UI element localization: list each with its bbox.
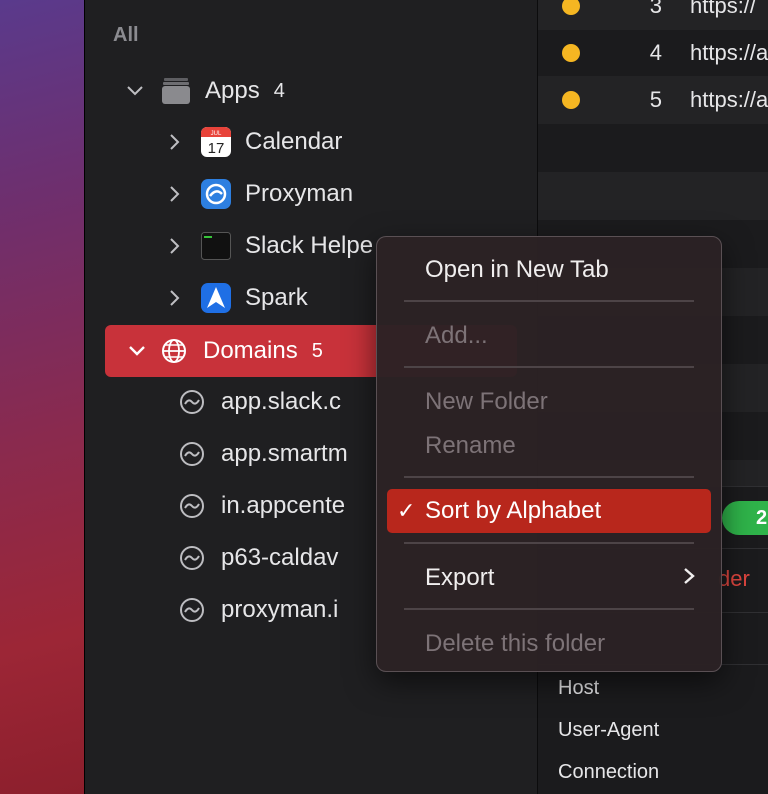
sidebar-item-proxyman[interactable]: Proxyman — [105, 169, 517, 219]
sidebar-item-calendar[interactable]: JUL 17 Calendar — [105, 117, 517, 167]
status-dot-icon — [562, 0, 580, 15]
count-badge: 4 — [273, 79, 285, 102]
status-dot-icon — [562, 44, 580, 62]
sidebar-item-label: Calendar — [245, 128, 343, 155]
spark-icon — [201, 283, 231, 313]
row-url: https://a — [690, 40, 768, 65]
desktop-wallpaper — [0, 0, 84, 794]
menu-item-sort-by-alphabet[interactable]: ✓ Sort by Alphabet — [387, 489, 711, 533]
terminal-icon — [201, 231, 231, 261]
menu-separator — [404, 608, 694, 610]
chevron-right-icon[interactable] — [163, 286, 187, 310]
menu-separator — [404, 300, 694, 302]
sidebar-item-label: Proxyman — [245, 180, 354, 207]
sidebar-item-label: app.slack.c — [221, 388, 342, 415]
header-key-connection: Connection — [558, 761, 660, 783]
domain-icon — [179, 441, 205, 467]
menu-item-open-new-tab[interactable]: Open in New Tab — [387, 248, 711, 292]
context-menu: Open in New Tab Add... New Folder Rename… — [376, 236, 722, 672]
checkmark-icon: ✓ — [397, 498, 416, 523]
menu-separator — [404, 476, 694, 478]
calendar-day: 17 — [208, 140, 225, 157]
menu-item-export[interactable]: Export — [387, 556, 711, 600]
row-number: 5 — [649, 87, 662, 112]
proxyman-icon — [201, 179, 231, 209]
menu-item-rename[interactable]: Rename — [387, 424, 711, 468]
chevron-down-icon[interactable] — [123, 79, 147, 103]
row-number: 3 — [649, 0, 662, 18]
menu-separator — [404, 366, 694, 368]
status-dot-icon — [562, 91, 580, 109]
table-row[interactable]: 3 https:// — [538, 0, 768, 30]
chevron-right-icon[interactable] — [163, 234, 187, 258]
status-badge: 2 — [722, 501, 768, 535]
sidebar-item-apps[interactable]: Apps 4 — [105, 66, 517, 116]
calendar-icon: JUL 17 — [201, 127, 231, 157]
sidebar-item-label: Spark — [245, 284, 308, 311]
domain-icon — [179, 493, 205, 519]
sidebar-item-label: proxyman.i — [221, 596, 339, 623]
red-label: der — [718, 566, 750, 591]
row-url: https://a — [690, 87, 768, 112]
domain-icon — [179, 597, 205, 623]
chevron-right-icon[interactable] — [163, 182, 187, 206]
calendar-month: JUL — [211, 131, 222, 137]
menu-item-new-folder[interactable]: New Folder — [387, 380, 711, 424]
chevron-down-icon[interactable] — [125, 339, 149, 363]
row-url: https:// — [690, 0, 757, 18]
chevron-right-icon — [683, 564, 695, 592]
header-key-host: Host — [558, 677, 600, 699]
sidebar-item-label: in.appcente — [221, 492, 346, 519]
section-label-all: All — [113, 24, 139, 46]
folder-icon — [161, 76, 191, 106]
menu-item-add[interactable]: Add... — [387, 314, 711, 358]
count-badge: 5 — [311, 339, 323, 362]
sidebar-item-label: p63-caldav — [221, 544, 339, 571]
table-row[interactable]: 4 https://a — [538, 29, 768, 77]
table-row[interactable]: 5 https://a — [538, 76, 768, 124]
sidebar-item-label: Domains — [203, 337, 298, 364]
chevron-right-icon[interactable] — [163, 130, 187, 154]
sidebar-item-label: app.smartm — [221, 440, 348, 467]
row-number: 4 — [649, 40, 662, 65]
domain-icon — [179, 389, 205, 415]
menu-item-label: Export — [425, 564, 495, 591]
domain-icon — [179, 545, 205, 571]
menu-separator — [404, 542, 694, 544]
globe-icon — [159, 336, 189, 366]
menu-item-delete-folder[interactable]: Delete this folder — [387, 622, 711, 666]
empty-row — [538, 172, 768, 220]
menu-item-label: Sort by Alphabet — [425, 497, 602, 524]
header-key-user-agent: User-Agent — [558, 719, 660, 741]
sidebar-item-label: Apps — [205, 77, 260, 104]
sidebar-item-label: Slack Helpe — [245, 232, 374, 259]
